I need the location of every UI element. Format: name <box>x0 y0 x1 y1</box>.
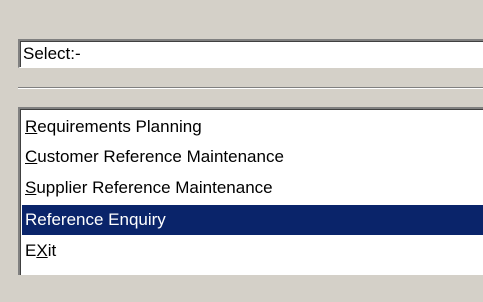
menu-item-customer-reference-maintenance[interactable]: Customer Reference Maintenance <box>22 142 483 172</box>
select-input-value: Select:- <box>23 44 81 63</box>
separator-line <box>18 87 483 89</box>
menu-item-label: upplier Reference Maintenance <box>36 178 273 197</box>
menu-item-label: it <box>47 241 57 260</box>
menu-list[interactable]: Requirements Planning Customer Reference… <box>18 107 483 275</box>
menu-item-label: ustomer Reference Maintenance <box>37 147 284 166</box>
menu-item-supplier-reference-maintenance[interactable]: Supplier Reference Maintenance <box>22 173 483 203</box>
menu-item-requirements-planning[interactable]: Requirements Planning <box>22 112 483 142</box>
menu-item-mnemonic: X <box>36 241 48 260</box>
menu-item-exit[interactable]: EXit <box>22 236 483 266</box>
select-input[interactable]: Select:- <box>18 39 483 68</box>
menu-item-mnemonic: C <box>25 147 38 166</box>
menu-item-label: equirements Planning <box>37 117 202 136</box>
menu-item-prefix: E <box>25 241 37 260</box>
menu-item-mnemonic: S <box>25 178 37 197</box>
menu-item-reference-enquiry[interactable]: Reference Enquiry <box>22 205 483 235</box>
menu-item-mnemonic: R <box>25 117 38 136</box>
menu-item-label: Reference Enquiry <box>25 210 166 229</box>
